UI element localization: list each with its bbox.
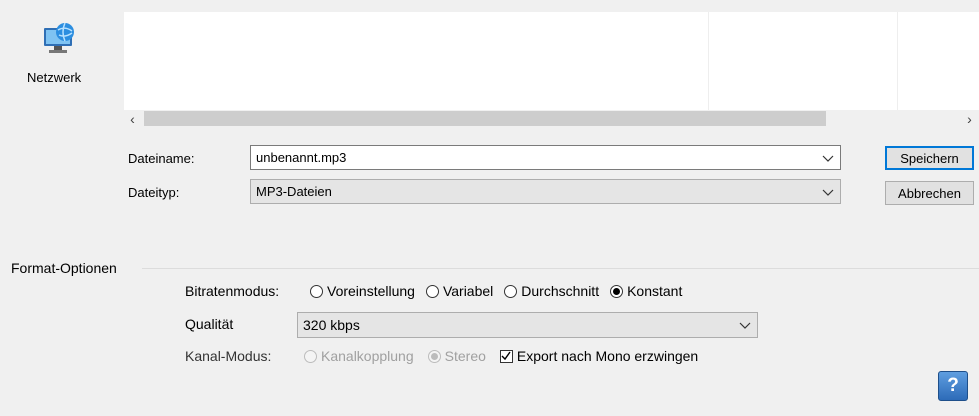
checkbox-box[interactable] <box>499 349 513 363</box>
file-name-value: unbenannt.mp3 <box>256 150 347 165</box>
horizontal-scrollbar[interactable]: ‹ › <box>124 110 979 127</box>
help-icon[interactable]: ? <box>938 371 968 401</box>
radio-average[interactable]: Durchschnitt <box>504 283 599 299</box>
chevron-down-icon[interactable] <box>739 319 751 331</box>
chevron-right-icon[interactable]: › <box>960 110 979 127</box>
bitrate-mode-radio-group: Voreinstellung Variabel Durchschnitt Kon… <box>310 283 682 299</box>
scrollbar-thumb[interactable] <box>144 111 826 126</box>
file-name-combobox[interactable]: unbenannt.mp3 <box>250 145 841 170</box>
quality-value: 320 kbps <box>303 317 360 333</box>
bitrate-mode-label: Bitratenmodus: <box>185 283 280 299</box>
chevron-left-icon[interactable]: ‹ <box>124 110 141 127</box>
file-list[interactable] <box>124 12 979 110</box>
channel-mode-label: Kanal-Modus: <box>185 348 272 364</box>
network-label[interactable]: Netzwerk <box>27 70 81 85</box>
network-icon[interactable] <box>38 20 78 60</box>
save-button[interactable]: Speichern <box>885 146 974 170</box>
radio-constant[interactable]: Konstant <box>610 283 682 299</box>
column-divider <box>708 12 709 110</box>
quality-label: Qualität <box>185 316 234 332</box>
group-divider <box>142 268 979 269</box>
force-mono-checkbox[interactable]: Export nach Mono erzwingen <box>499 348 698 364</box>
chevron-down-icon[interactable] <box>822 186 834 198</box>
column-divider <box>897 12 898 110</box>
file-type-label: Dateityp: <box>128 185 180 200</box>
check-icon <box>501 351 511 361</box>
file-name-label: Dateiname: <box>128 151 195 166</box>
radio-variable[interactable]: Variabel <box>425 283 493 299</box>
radio-stereo[interactable]: Stereo <box>427 348 486 364</box>
cancel-button[interactable]: Abbrechen <box>885 181 974 205</box>
radio-joint-stereo[interactable]: Kanalkopplung <box>304 348 414 364</box>
file-type-value: MP3-Dateien <box>256 184 332 199</box>
format-options-title: Format-Optionen <box>11 260 117 276</box>
quality-select[interactable]: 320 kbps <box>297 312 758 338</box>
channel-mode-radio-group: Kanalkopplung Stereo Export nach Mono er… <box>304 348 698 364</box>
radio-preset[interactable]: Voreinstellung <box>310 283 415 299</box>
file-type-combobox[interactable]: MP3-Dateien <box>250 179 841 204</box>
chevron-down-icon[interactable] <box>822 152 834 164</box>
